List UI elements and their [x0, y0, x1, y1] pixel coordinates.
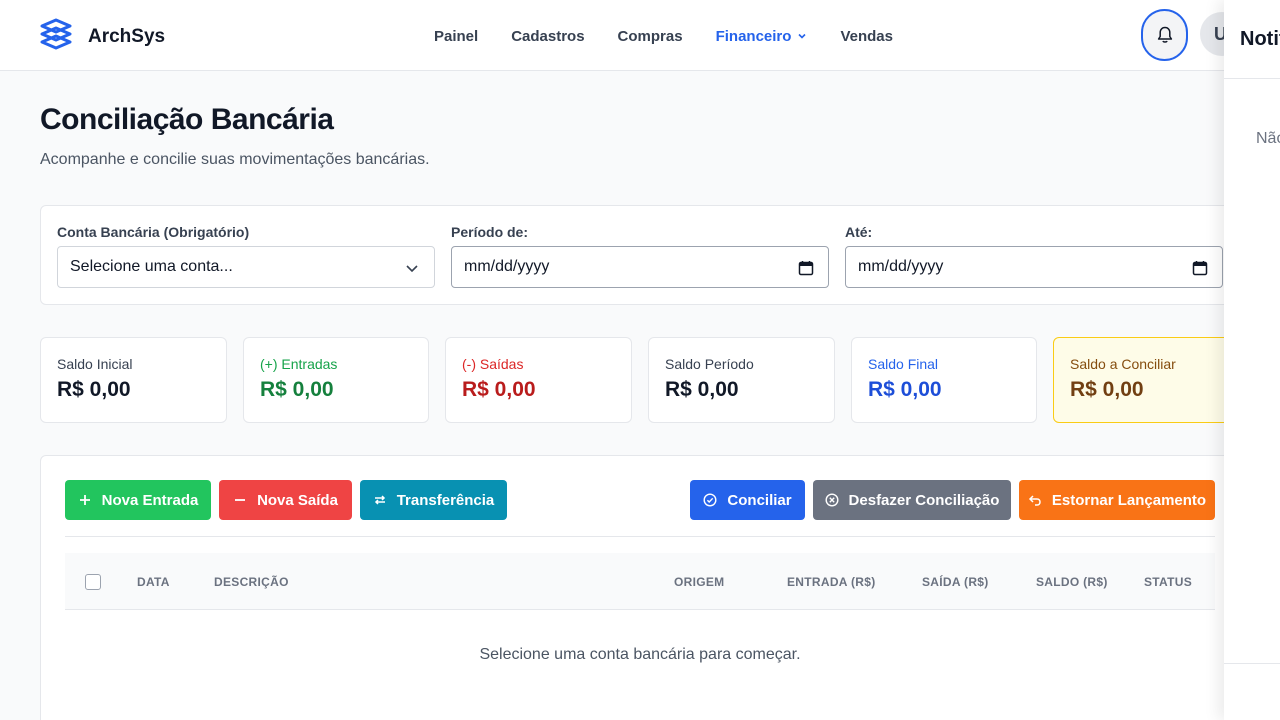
nav-item-financeiro[interactable]: Financeiro — [716, 26, 808, 46]
undo-reconcile-label: Desfazer Conciliação — [848, 491, 1000, 509]
bell-icon — [1157, 26, 1172, 43]
chevron-down-icon — [406, 265, 418, 273]
toolbar-divider — [65, 536, 1215, 537]
page-subtitle: Acompanhe e concilie suas movimentações … — [40, 151, 430, 168]
notifications-button[interactable] — [1141, 9, 1188, 61]
summary-label: (-) Saídas — [462, 356, 524, 372]
summary-card-saldo-a-conciliar: Saldo a Conciliar R$ 0,00 — [1053, 337, 1240, 423]
period-from-value: mm/dd/yyyy — [464, 258, 550, 275]
drawer-empty-text: Não há notificações — [1256, 130, 1280, 147]
summary-card-saidas: (-) Saídas R$ 0,00 — [445, 337, 632, 423]
calendar-icon[interactable] — [1192, 260, 1208, 276]
summary-card-saldo-final: Saldo Final R$ 0,00 — [851, 337, 1037, 423]
column-header-status[interactable]: STATUS — [1144, 575, 1192, 589]
new-exit-button[interactable]: Nova Saída — [219, 480, 352, 520]
column-header-origem[interactable]: ORIGEM — [674, 575, 724, 589]
undo-arrow-icon — [1028, 495, 1041, 506]
reverse-entry-button[interactable]: Estornar Lançamento — [1019, 480, 1215, 520]
period-to-input[interactable]: mm/dd/yyyy — [845, 246, 1223, 288]
summary-label: Saldo Final — [868, 356, 939, 372]
reconcile-label: Conciliar — [727, 491, 792, 509]
transfer-label: Transferência — [396, 491, 495, 509]
summary-label: Saldo Inicial — [57, 356, 133, 372]
summary-card-entradas: (+) Entradas R$ 0,00 — [243, 337, 429, 423]
brand[interactable]: ArchSys — [40, 18, 165, 55]
period-to-label: Até: — [845, 224, 873, 240]
summary-value: R$ 0,00 — [1070, 378, 1144, 401]
check-circle-icon — [703, 493, 717, 507]
nav-item-vendas[interactable]: Vendas — [840, 26, 893, 46]
summary-value: R$ 0,00 — [462, 378, 536, 401]
new-exit-label: Nova Saída — [257, 491, 338, 509]
notifications-drawer: Notificações Não há notificações — [1224, 0, 1280, 720]
nav-item-painel[interactable]: Painel — [434, 26, 478, 46]
summary-value: R$ 0,00 — [57, 378, 131, 401]
top-navbar: ArchSys Painel Cadastros Compras Finance… — [0, 0, 1280, 71]
reverse-entry-label: Estornar Lançamento — [1051, 491, 1207, 509]
layers-logo-icon — [40, 18, 72, 55]
summary-value: R$ 0,00 — [665, 378, 739, 401]
account-select[interactable]: Selecione uma conta... — [57, 246, 435, 288]
plus-icon — [79, 495, 90, 505]
nav-item-financeiro-label: Financeiro — [715, 27, 792, 45]
column-header-saldo[interactable]: SALDO (R$) — [1036, 575, 1108, 589]
drawer-footer-divider — [1224, 663, 1280, 664]
reconcile-button[interactable]: Conciliar — [690, 480, 805, 520]
select-all-checkbox[interactable] — [85, 574, 101, 590]
account-select-value: Selecione uma conta... — [70, 258, 233, 275]
summary-label: Saldo a Conciliar — [1070, 356, 1176, 372]
summary-label: Saldo Período — [665, 356, 754, 372]
column-header-data[interactable]: DATA — [137, 575, 170, 589]
summary-label: (+) Entradas — [260, 356, 338, 372]
nav-item-cadastros[interactable]: Cadastros — [511, 26, 584, 46]
drawer-divider — [1224, 78, 1280, 79]
new-entry-button[interactable]: Nova Entrada — [65, 480, 211, 520]
app-name: ArchSys — [88, 25, 166, 47]
summary-card-saldo-inicial: Saldo Inicial R$ 0,00 — [40, 337, 227, 423]
column-header-descricao[interactable]: DESCRIÇÃO — [214, 575, 289, 589]
chevron-down-icon — [798, 33, 807, 39]
period-from-input[interactable]: mm/dd/yyyy — [451, 246, 829, 288]
main-nav: Painel Cadastros Compras Financeiro Vend… — [434, 26, 926, 46]
transfer-button[interactable]: Transferência — [360, 480, 507, 520]
undo-reconcile-button[interactable]: Desfazer Conciliação — [813, 480, 1011, 520]
page-title: Conciliação Bancária — [40, 103, 334, 136]
new-entry-label: Nova Entrada — [101, 491, 199, 509]
minus-icon — [235, 499, 246, 501]
table-empty-message: Selecione uma conta bancária para começa… — [479, 646, 801, 663]
nav-item-compras[interactable]: Compras — [618, 26, 683, 46]
period-from-label: Período de: — [451, 224, 529, 240]
period-to-value: mm/dd/yyyy — [858, 258, 944, 275]
summary-value: R$ 0,00 — [260, 378, 334, 401]
column-header-saida[interactable]: SAÍDA (R$) — [922, 575, 989, 589]
arrows-swap-icon — [374, 495, 385, 505]
drawer-title: Notificações — [1240, 28, 1280, 50]
x-circle-icon — [825, 493, 839, 507]
summary-card-saldo-periodo: Saldo Período R$ 0,00 — [648, 337, 835, 423]
column-header-entrada[interactable]: ENTRADA (R$) — [787, 575, 876, 589]
summary-value: R$ 0,00 — [868, 378, 942, 401]
account-label: Conta Bancária (Obrigatório) — [57, 224, 250, 240]
calendar-icon[interactable] — [798, 260, 814, 276]
